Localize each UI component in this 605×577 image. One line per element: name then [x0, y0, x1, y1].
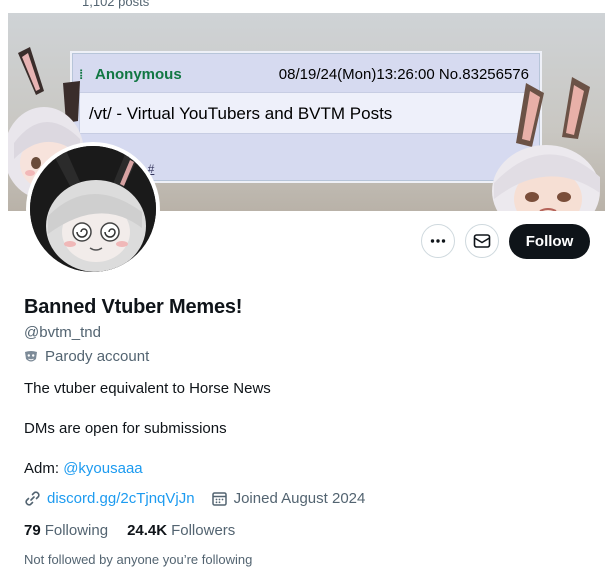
banner-post-card: ⁞ Anonymous 08/19/24(Mon)13:26:00 No.832… [72, 53, 540, 181]
website-link[interactable]: discord.gg/2cTjnqVjJn [47, 490, 195, 507]
avatar-illustration [30, 146, 156, 272]
followers-link[interactable]: 24.4K Followers [127, 522, 235, 539]
board-title: /vt/ - Virtual YouTubers and BVTM Posts [89, 104, 393, 123]
joined-date: Joined August 2024 [233, 490, 366, 507]
calendar-icon [211, 492, 227, 506]
profile-meta-row: discord.gg/2cTjnqVjJn Joined August 2024 [24, 490, 365, 507]
adm-mention-link[interactable]: @kyousaaa [63, 460, 142, 477]
user-handle: @bvtm_tnd [24, 324, 101, 341]
profile-avatar[interactable] [26, 142, 160, 276]
follow-button[interactable]: Follow [509, 224, 590, 259]
more-options-button[interactable] [421, 224, 455, 258]
header-post-count: 1,102 posts [8, 0, 605, 13]
bio-line-1: The vtuber equivalent to Horse News [24, 380, 271, 397]
message-button[interactable] [465, 224, 499, 258]
parody-label[interactable]: Parody account [24, 348, 149, 365]
post-author: Anonymous [95, 66, 182, 83]
followers-label: Followers [171, 522, 236, 539]
mail-icon [473, 234, 491, 248]
link-icon [25, 491, 40, 506]
bio-line-3: Adm: @kyousaaa [24, 460, 143, 477]
adm-prefix: Adm: [24, 460, 64, 477]
display-name: Banned Vtuber Memes! [24, 296, 243, 318]
following-label: Following [44, 522, 109, 539]
profile-page: 1,102 posts ⁞ Anonymous 08/19/24(Mon)13:… [8, 0, 605, 577]
more-dots-icon [430, 239, 446, 243]
post-count: 1,102 posts [82, 0, 150, 9]
parody-text: Parody account [45, 348, 150, 365]
bunny-girl-right-illustration [492, 77, 600, 211]
following-count: 79 [24, 522, 41, 539]
bio-line-2: DMs are open for submissions [24, 420, 227, 437]
parody-mask-icon [25, 350, 37, 361]
followers-count: 24.4K [127, 522, 168, 539]
follow-counts: 79 Following 24.4K Followers [24, 522, 254, 539]
followed-by-note: Not followed by anyone you’re following [24, 552, 253, 567]
following-link[interactable]: 79 Following [24, 522, 108, 539]
